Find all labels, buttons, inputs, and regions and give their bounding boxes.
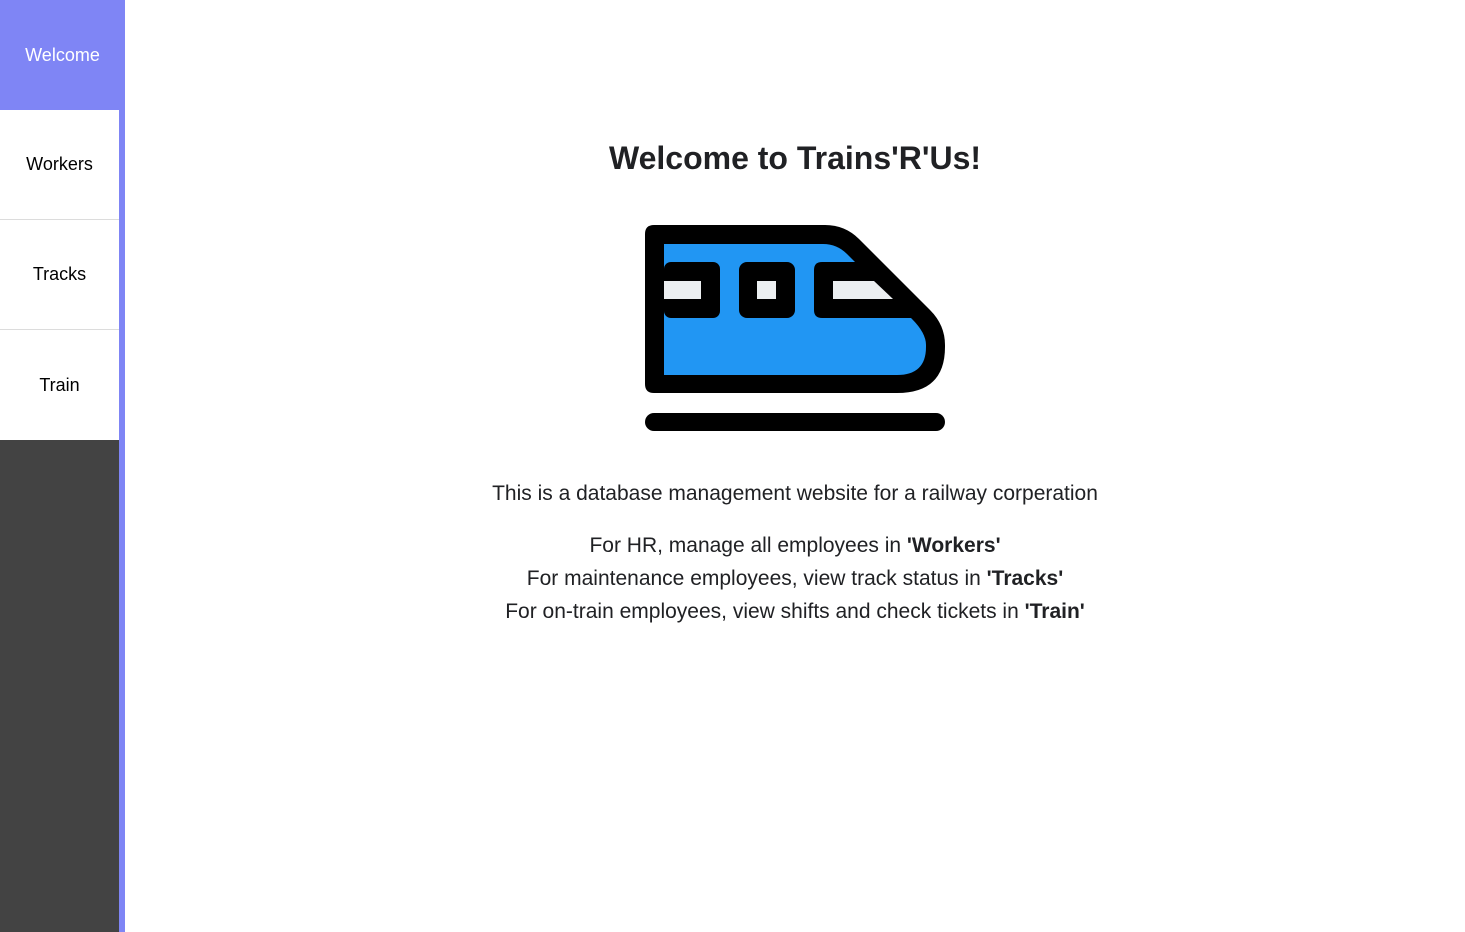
- main-content: Welcome to Trains'R'Us! This is a databa…: [125, 0, 1465, 932]
- sidebar-item-label: Welcome: [25, 44, 100, 65]
- train-icon: [645, 225, 945, 431]
- sidebar-item-label: Train: [39, 374, 80, 395]
- intro-text: This is a database management website fo…: [492, 482, 1098, 505]
- sidebar-item-label: Tracks: [32, 264, 87, 284]
- guide-line-page: 'Workers': [906, 534, 1001, 557]
- guide-line-maintenance: For maintenance employees, view track st…: [125, 562, 1465, 595]
- guide-line-page: 'Tracks': [986, 567, 1064, 590]
- sidebar-item-workers[interactable]: Workers: [0, 110, 119, 220]
- guide-line-text: For HR, manage all employees in: [589, 534, 907, 557]
- guide-line-text: For maintenance employees, view track st…: [526, 567, 987, 590]
- sidebar: Welcome Workers Tracks Train: [0, 0, 125, 932]
- guide-line-page: 'Train': [1024, 600, 1085, 623]
- sidebar-item-train[interactable]: Train: [0, 330, 119, 440]
- guide-line-on-train: For on-train employees, view shifts and …: [125, 595, 1465, 628]
- sidebar-item-welcome[interactable]: Welcome: [0, 0, 125, 110]
- guide-line-text: For on-train employees, view shifts and …: [505, 600, 1025, 623]
- page-title: Welcome to Trains'R'Us!: [608, 140, 982, 176]
- sidebar-item-label: Workers: [26, 154, 93, 174]
- guide-line-hr: For HR, manage all employees in 'Workers…: [125, 529, 1465, 562]
- role-guide: For HR, manage all employees in 'Workers…: [125, 529, 1465, 628]
- sidebar-item-tracks[interactable]: Tracks: [0, 220, 119, 330]
